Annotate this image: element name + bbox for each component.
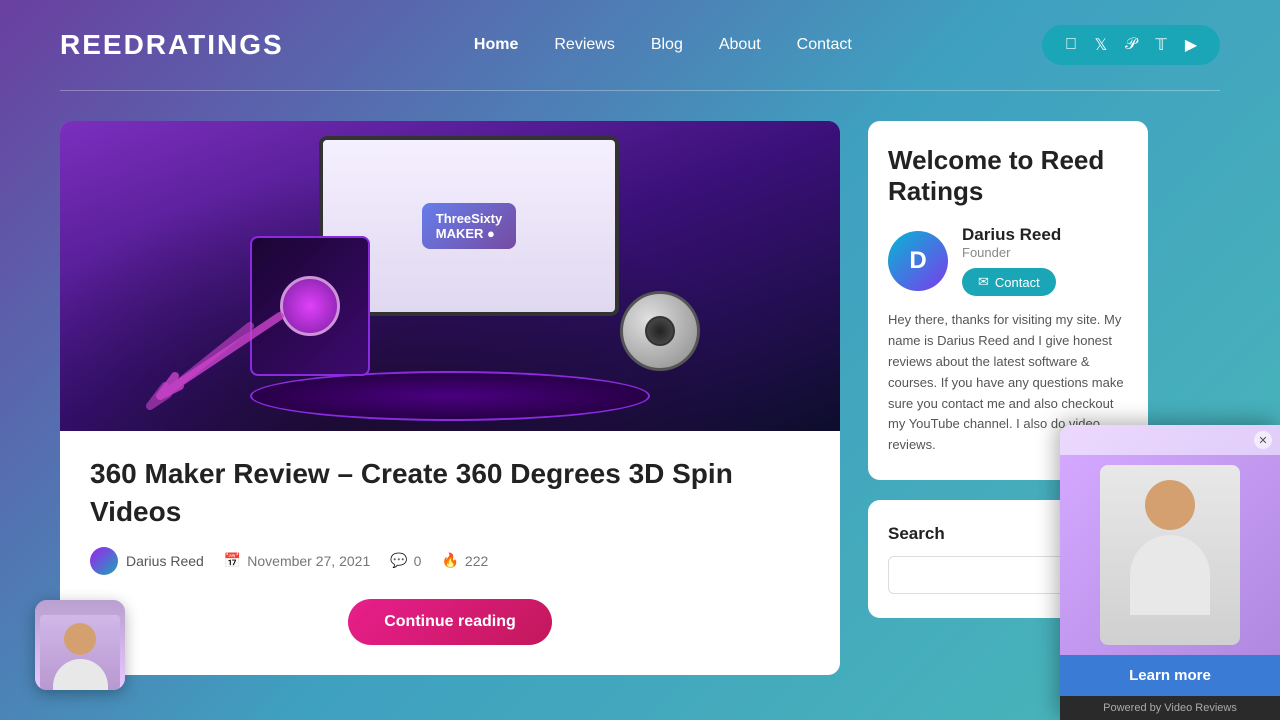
- person-head: [1145, 480, 1195, 530]
- video-popup: ✕ Learn more Powered by Video Reviews: [1060, 425, 1280, 720]
- contact-author-button[interactable]: ✉ Contact: [962, 268, 1056, 296]
- main-nav: Home Reviews Blog About Contact: [474, 36, 852, 54]
- nav-reviews[interactable]: Reviews: [554, 36, 614, 54]
- camera-lens: [645, 316, 675, 346]
- popup-header: ✕: [1060, 425, 1280, 455]
- popup-video-content: [1060, 455, 1280, 655]
- facebook-icon[interactable]: : [1060, 36, 1082, 54]
- fire-icon: 🔥: [441, 552, 458, 569]
- author-avatar-small: [90, 547, 118, 575]
- article-meta: Darius Reed 📅 November 27, 2021 💬 0 🔥 22…: [90, 547, 810, 575]
- logo-text: ReedRatings: [60, 29, 284, 60]
- article-body: 360 Maker Review – Create 360 Degrees 3D…: [60, 431, 840, 645]
- date-value: November 27, 2021: [247, 553, 370, 569]
- author-row: D Darius Reed Founder ✉ Contact: [888, 225, 1128, 296]
- author-avatar-inner: D: [888, 231, 948, 291]
- learn-more-button[interactable]: Learn more: [1060, 655, 1280, 696]
- author-info: Darius Reed Founder ✉ Contact: [962, 225, 1061, 296]
- avatar-head: [64, 623, 96, 655]
- monitor: ThreeSixtyMAKER ●: [319, 136, 659, 336]
- threesixty-logo: ThreeSixtyMAKER ●: [422, 203, 516, 249]
- floating-avatar-inner: [35, 600, 125, 690]
- author-name: Darius Reed: [126, 553, 204, 569]
- tumblr-icon[interactable]: 𝕋: [1150, 35, 1172, 55]
- comment-icon: 💬: [390, 552, 407, 569]
- product-box-inner: [280, 276, 340, 336]
- continue-reading-button[interactable]: Continue reading: [348, 599, 552, 645]
- meta-comments: 💬 0: [390, 552, 421, 569]
- avatar-torso: [53, 659, 108, 690]
- article-image: ThreeSixtyMAKER ●: [60, 121, 840, 431]
- avatar-body: [40, 615, 120, 690]
- logo: ReedRatings: [60, 29, 284, 61]
- author-role: Founder: [962, 245, 1061, 260]
- person-body: [1130, 535, 1210, 615]
- calendar-icon: 📅: [224, 552, 241, 569]
- meta-views: 🔥 222: [441, 552, 488, 569]
- twitter-icon[interactable]: 𝕏: [1090, 35, 1112, 55]
- camera-ball: [620, 291, 700, 371]
- article-title: 360 Maker Review – Create 360 Degrees 3D…: [90, 455, 810, 531]
- meta-author: Darius Reed: [90, 547, 204, 575]
- youtube-icon[interactable]: ▶: [1180, 35, 1202, 55]
- person-silhouette: [1100, 465, 1240, 645]
- contact-icon: ✉: [978, 274, 989, 290]
- floating-avatar: [35, 600, 125, 690]
- powered-by-label: Powered by Video Reviews: [1060, 696, 1280, 720]
- nav-about[interactable]: About: [719, 36, 761, 54]
- popup-close-button[interactable]: ✕: [1254, 431, 1272, 449]
- author-name-display: Darius Reed: [962, 225, 1061, 245]
- product-box: [250, 236, 370, 376]
- product-stage: [250, 371, 650, 421]
- comments-count: 0: [414, 553, 422, 569]
- views-count: 222: [465, 553, 488, 569]
- meta-date: 📅 November 27, 2021: [224, 552, 370, 569]
- social-icons-bar:  𝕏 𝒫 𝕋 ▶: [1042, 25, 1220, 65]
- header: ReedRatings Home Reviews Blog About Cont…: [0, 0, 1280, 90]
- pinterest-icon[interactable]: 𝒫: [1120, 36, 1142, 54]
- nav-home[interactable]: Home: [474, 36, 518, 54]
- welcome-title: Welcome to Reed Ratings: [888, 145, 1128, 207]
- article-card: ThreeSixtyMAKER ● 360 Maker Review: [60, 121, 840, 675]
- author-avatar: D: [888, 231, 948, 291]
- nav-contact[interactable]: Contact: [797, 36, 852, 54]
- contact-label: Contact: [995, 275, 1040, 290]
- nav-blog[interactable]: Blog: [651, 36, 683, 54]
